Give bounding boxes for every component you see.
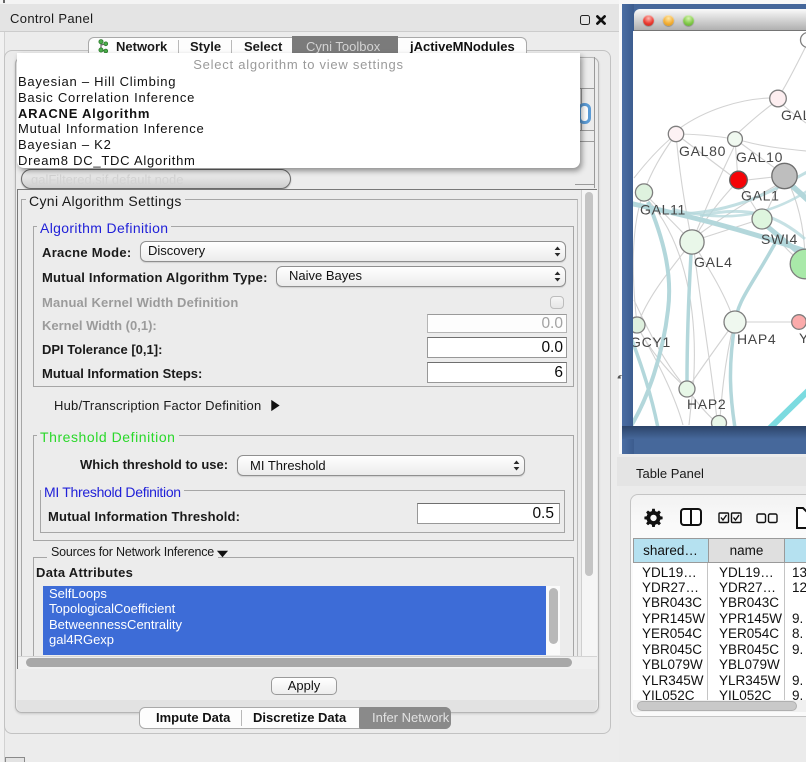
svg-text:HAP2: HAP2 <box>687 396 726 412</box>
svg-text:SWI4: SWI4 <box>761 231 798 247</box>
svg-text:GAL1: GAL1 <box>741 188 780 204</box>
svg-text:GCY1: GCY1 <box>633 334 671 350</box>
svg-text:GAL80: GAL80 <box>679 143 726 159</box>
svg-text:Y: Y <box>799 330 806 346</box>
svg-text:GAL11: GAL11 <box>640 202 686 218</box>
svg-text:GAL10: GAL10 <box>736 149 783 165</box>
svg-text:GAL2: GAL2 <box>781 107 806 123</box>
svg-text:GAL4: GAL4 <box>694 254 733 270</box>
svg-text:HAP4: HAP4 <box>737 331 776 347</box>
